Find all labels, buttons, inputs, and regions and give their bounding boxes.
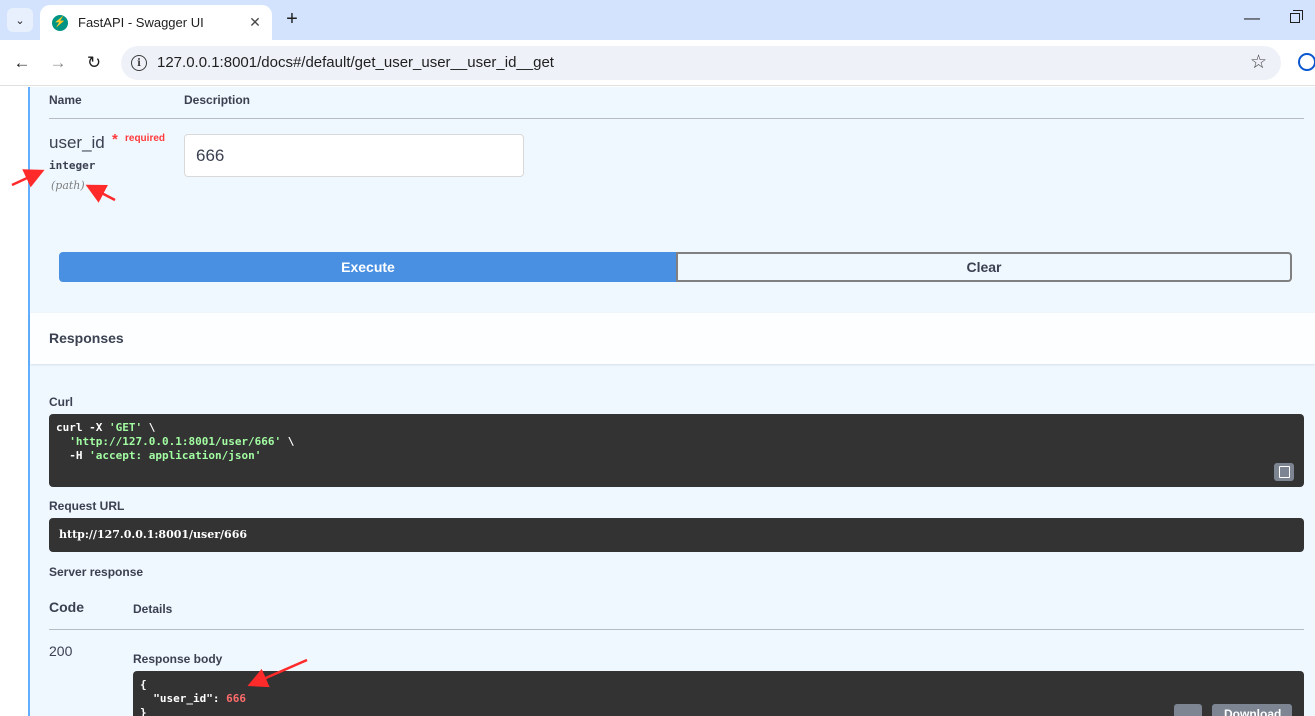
code-header: Code bbox=[49, 599, 84, 615]
body-line: { bbox=[140, 678, 147, 691]
bookmark-star-icon[interactable]: ☆ bbox=[1250, 51, 1267, 74]
url-text[interactable]: 127.0.0.1:8001/docs#/default/get_user_us… bbox=[157, 54, 554, 71]
tab-close-icon[interactable]: ✕ bbox=[246, 13, 264, 31]
divider bbox=[49, 118, 1304, 119]
param-name: user_id bbox=[49, 133, 105, 152]
required-label: required bbox=[125, 133, 166, 144]
param-type: integer bbox=[49, 159, 96, 172]
response-body-code-block[interactable]: { "user_id": 666 } Download bbox=[133, 671, 1304, 716]
reload-icon[interactable]: ↻ bbox=[83, 52, 105, 74]
divider bbox=[49, 629, 1304, 630]
site-info-icon[interactable]: i bbox=[131, 55, 147, 71]
curl-label: Curl bbox=[49, 395, 73, 409]
tab-list-chevron-icon[interactable]: ⌄ bbox=[7, 8, 33, 32]
get-operation-block: Name Description user_id * required inte… bbox=[28, 87, 1315, 716]
request-url-label: Request URL bbox=[49, 499, 125, 513]
response-status-code: 200 bbox=[49, 643, 73, 659]
user-id-input[interactable] bbox=[184, 134, 524, 177]
clear-button[interactable]: Clear bbox=[676, 252, 1292, 282]
responses-title: Responses bbox=[49, 330, 124, 346]
profile-avatar-icon[interactable] bbox=[1298, 53, 1315, 71]
fastapi-favicon-icon: ⚡ bbox=[52, 14, 68, 31]
new-tab-button[interactable]: + bbox=[282, 9, 302, 29]
param-description-header: Description bbox=[184, 93, 251, 107]
copy-to-clipboard-icon[interactable] bbox=[1274, 463, 1294, 481]
param-location: (path) bbox=[51, 179, 85, 192]
curl-line: -H 'accept: application/json' bbox=[56, 449, 262, 462]
minimize-button[interactable]: — bbox=[1244, 10, 1260, 28]
param-name-header: Name bbox=[49, 93, 82, 107]
server-response-label: Server response bbox=[49, 565, 144, 579]
swagger-page: Name Description user_id * required inte… bbox=[0, 87, 1315, 716]
curl-code-block[interactable]: curl -X 'GET' \ 'http://127.0.0.1:8001/u… bbox=[49, 414, 1304, 487]
responses-header: Responses bbox=[30, 313, 1315, 364]
curl-line: 'http://127.0.0.1:8001/user/666' \ bbox=[69, 435, 295, 448]
required-star: * bbox=[112, 131, 118, 148]
response-body-label: Response body bbox=[133, 652, 223, 666]
request-url-block[interactable]: http://127.0.0.1:8001/user/666 bbox=[49, 518, 1304, 552]
browser-tab[interactable]: ⚡ FastAPI - Swagger UI ✕ bbox=[40, 5, 272, 40]
browser-toolbar: ← → ↻ i 127.0.0.1:8001/docs#/default/get… bbox=[0, 40, 1315, 86]
body-line: "user_id": 666 bbox=[140, 692, 246, 705]
details-header: Details bbox=[133, 602, 173, 616]
address-bar[interactable]: i 127.0.0.1:8001/docs#/default/get_user_… bbox=[121, 46, 1281, 80]
tab-title: FastAPI - Swagger UI bbox=[78, 15, 204, 30]
body-line: } bbox=[140, 706, 147, 716]
back-arrow-icon[interactable]: ← bbox=[11, 52, 33, 74]
forward-arrow-icon[interactable]: → bbox=[47, 52, 69, 74]
curl-line: curl -X 'GET' \ bbox=[56, 421, 156, 434]
copy-to-clipboard-icon[interactable] bbox=[1174, 704, 1202, 716]
browser-tab-bar: ⌄ ⚡ FastAPI - Swagger UI ✕ + — bbox=[0, 0, 1315, 40]
download-button[interactable]: Download bbox=[1212, 704, 1292, 716]
execute-button[interactable]: Execute bbox=[59, 252, 677, 282]
restore-window-button[interactable] bbox=[1290, 10, 1303, 23]
